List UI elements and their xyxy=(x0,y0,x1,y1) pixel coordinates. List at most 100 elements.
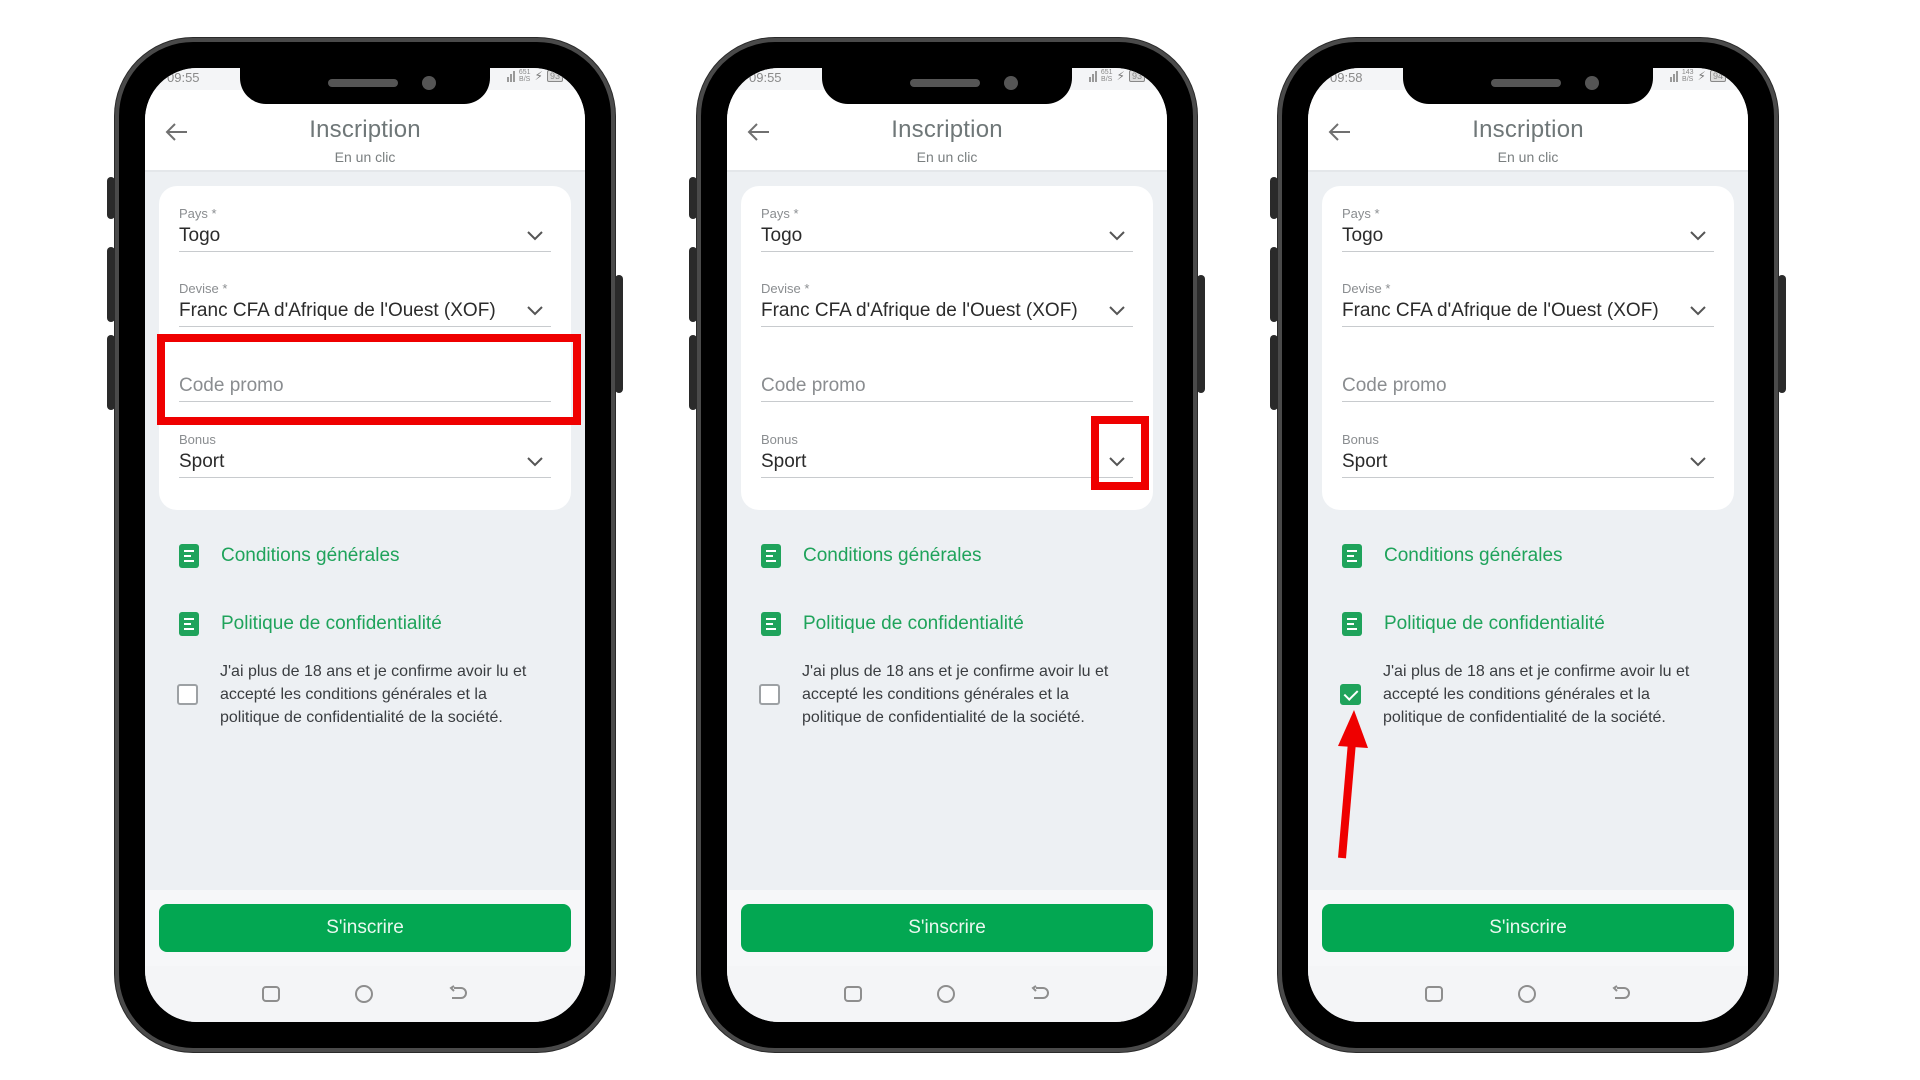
signal-icon xyxy=(1669,70,1678,82)
terms-link[interactable]: Conditions générales xyxy=(179,544,400,568)
chevron-down-icon[interactable] xyxy=(1109,457,1125,467)
phone-mockup-1: 09:55 651 B/S ⚡ 93 Inscription En un clic… xyxy=(107,38,623,1052)
country-value[interactable]: Togo xyxy=(1342,222,1714,252)
registration-form: Pays * Togo Devise * Franc CFA d'Afrique… xyxy=(741,186,1153,510)
status-time: 09:55 xyxy=(749,70,782,85)
terms-link[interactable]: Conditions générales xyxy=(1342,544,1563,568)
page-title: Inscription xyxy=(1472,116,1584,143)
consent-row: J'ai plus de 18 ans et je confirme avoir… xyxy=(1340,660,1718,729)
phone-screen: 09:58 143 B/S ⚡ 94 Inscription En un clic… xyxy=(1308,68,1748,1022)
consent-checkbox[interactable] xyxy=(177,684,198,705)
consent-text: J'ai plus de 18 ans et je confirme avoir… xyxy=(220,663,527,726)
signup-button[interactable]: S'inscrire xyxy=(741,904,1153,952)
country-select[interactable]: Pays * Togo xyxy=(1342,206,1714,252)
currency-label: Devise * xyxy=(761,281,810,296)
network-speed: 651 B/S xyxy=(518,69,531,83)
currency-select[interactable]: Devise * Franc CFA d'Afrique de l'Ouest … xyxy=(1342,281,1714,327)
promo-code-field[interactable]: Code promo xyxy=(179,356,551,402)
bottom-action-bar: S'inscrire xyxy=(727,890,1167,966)
phone-mockup-2: 09:55 651 B/S ⚡ 93 Inscription En un clic… xyxy=(689,38,1205,1052)
consent-text: J'ai plus de 18 ans et je confirme avoir… xyxy=(1383,663,1690,726)
circle-icon[interactable] xyxy=(1517,985,1536,1003)
document-icon xyxy=(761,612,781,636)
phone-notch xyxy=(1403,68,1653,104)
chevron-down-icon[interactable] xyxy=(1690,306,1706,316)
system-nav-bar xyxy=(1308,966,1748,1022)
currency-select[interactable]: Devise * Franc CFA d'Afrique de l'Ouest … xyxy=(761,281,1133,327)
signal-icon xyxy=(1088,70,1097,82)
consent-row: J'ai plus de 18 ans et je confirme avoir… xyxy=(759,660,1137,729)
chevron-down-icon[interactable] xyxy=(527,306,543,316)
country-value[interactable]: Togo xyxy=(761,222,1133,252)
chevron-down-icon[interactable] xyxy=(1690,231,1706,241)
volume-up-button xyxy=(689,247,697,322)
bonus-select[interactable]: Bonus Sport xyxy=(179,432,551,478)
battery-icon: 94 xyxy=(1709,70,1726,82)
phone-screen: 09:55 651 B/S ⚡ 93 Inscription En un clic… xyxy=(145,68,585,1022)
document-icon xyxy=(1342,612,1362,636)
privacy-link[interactable]: Politique de confidentialité xyxy=(761,612,1024,636)
charging-icon: ⚡ xyxy=(534,69,543,83)
chevron-down-icon[interactable] xyxy=(1109,231,1125,241)
consent-checkbox[interactable] xyxy=(759,684,780,705)
square-icon[interactable] xyxy=(844,986,863,1002)
back-arrow-icon[interactable] xyxy=(448,985,468,1003)
page-title: Inscription xyxy=(309,116,421,143)
chevron-down-icon[interactable] xyxy=(527,457,543,467)
chevron-down-icon[interactable] xyxy=(1109,306,1125,316)
bottom-action-bar: S'inscrire xyxy=(145,890,585,966)
signal-icon xyxy=(506,70,515,82)
page-subtitle: En un clic xyxy=(916,149,978,165)
circle-icon[interactable] xyxy=(354,985,373,1003)
document-icon xyxy=(179,544,199,568)
country-label: Pays * xyxy=(761,206,799,221)
status-time: 09:58 xyxy=(1330,70,1363,85)
signup-button[interactable]: S'inscrire xyxy=(1322,904,1734,952)
country-select[interactable]: Pays * Togo xyxy=(179,206,551,252)
bonus-value[interactable]: Sport xyxy=(761,448,1133,478)
promo-code-field[interactable]: Code promo xyxy=(761,356,1133,402)
page-subtitle: En un clic xyxy=(1497,149,1559,165)
phone-notch xyxy=(822,68,1072,104)
square-icon[interactable] xyxy=(262,986,281,1002)
chevron-down-icon[interactable] xyxy=(1690,457,1706,467)
system-nav-bar xyxy=(145,966,585,1022)
privacy-link[interactable]: Politique de confidentialité xyxy=(179,612,442,636)
chevron-down-icon[interactable] xyxy=(527,231,543,241)
promo-code-input[interactable]: Code promo xyxy=(1342,372,1714,402)
network-speed: 651 B/S xyxy=(1100,69,1113,83)
consent-row: J'ai plus de 18 ans et je confirme avoir… xyxy=(177,660,555,729)
document-icon xyxy=(1342,544,1362,568)
currency-value[interactable]: Franc CFA d'Afrique de l'Ouest (XOF) xyxy=(761,297,1133,327)
terms-link[interactable]: Conditions générales xyxy=(761,544,982,568)
privacy-link[interactable]: Politique de confidentialité xyxy=(1342,612,1605,636)
country-value[interactable]: Togo xyxy=(179,222,551,252)
volume-up-button xyxy=(107,247,115,322)
currency-value[interactable]: Franc CFA d'Afrique de l'Ouest (XOF) xyxy=(179,297,551,327)
signup-button[interactable]: S'inscrire xyxy=(159,904,571,952)
back-arrow-icon[interactable] xyxy=(1030,985,1050,1003)
page-subtitle: En un clic xyxy=(334,149,396,165)
back-arrow-icon[interactable] xyxy=(1611,985,1631,1003)
bonus-label: Bonus xyxy=(1342,432,1379,447)
bonus-select[interactable]: Bonus Sport xyxy=(761,432,1133,478)
phone-notch xyxy=(240,68,490,104)
square-icon[interactable] xyxy=(1425,986,1444,1002)
volume-down-button xyxy=(107,335,115,410)
system-nav-bar xyxy=(727,966,1167,1022)
phone-screen: 09:55 651 B/S ⚡ 93 Inscription En un clic… xyxy=(727,68,1167,1022)
circle-icon[interactable] xyxy=(936,985,955,1003)
promo-code-input[interactable]: Code promo xyxy=(761,372,1133,402)
promo-code-field[interactable]: Code promo xyxy=(1342,356,1714,402)
promo-code-input[interactable]: Code promo xyxy=(179,372,551,402)
currency-value[interactable]: Franc CFA d'Afrique de l'Ouest (XOF) xyxy=(1342,297,1714,327)
bonus-select[interactable]: Bonus Sport xyxy=(1342,432,1714,478)
page-title: Inscription xyxy=(891,116,1003,143)
consent-text: J'ai plus de 18 ans et je confirme avoir… xyxy=(802,663,1109,726)
bonus-value[interactable]: Sport xyxy=(1342,448,1714,478)
currency-select[interactable]: Devise * Franc CFA d'Afrique de l'Ouest … xyxy=(179,281,551,327)
bottom-action-bar: S'inscrire xyxy=(1308,890,1748,966)
country-select[interactable]: Pays * Togo xyxy=(761,206,1133,252)
bonus-value[interactable]: Sport xyxy=(179,448,551,478)
annotation-arrow-icon xyxy=(1338,710,1368,859)
